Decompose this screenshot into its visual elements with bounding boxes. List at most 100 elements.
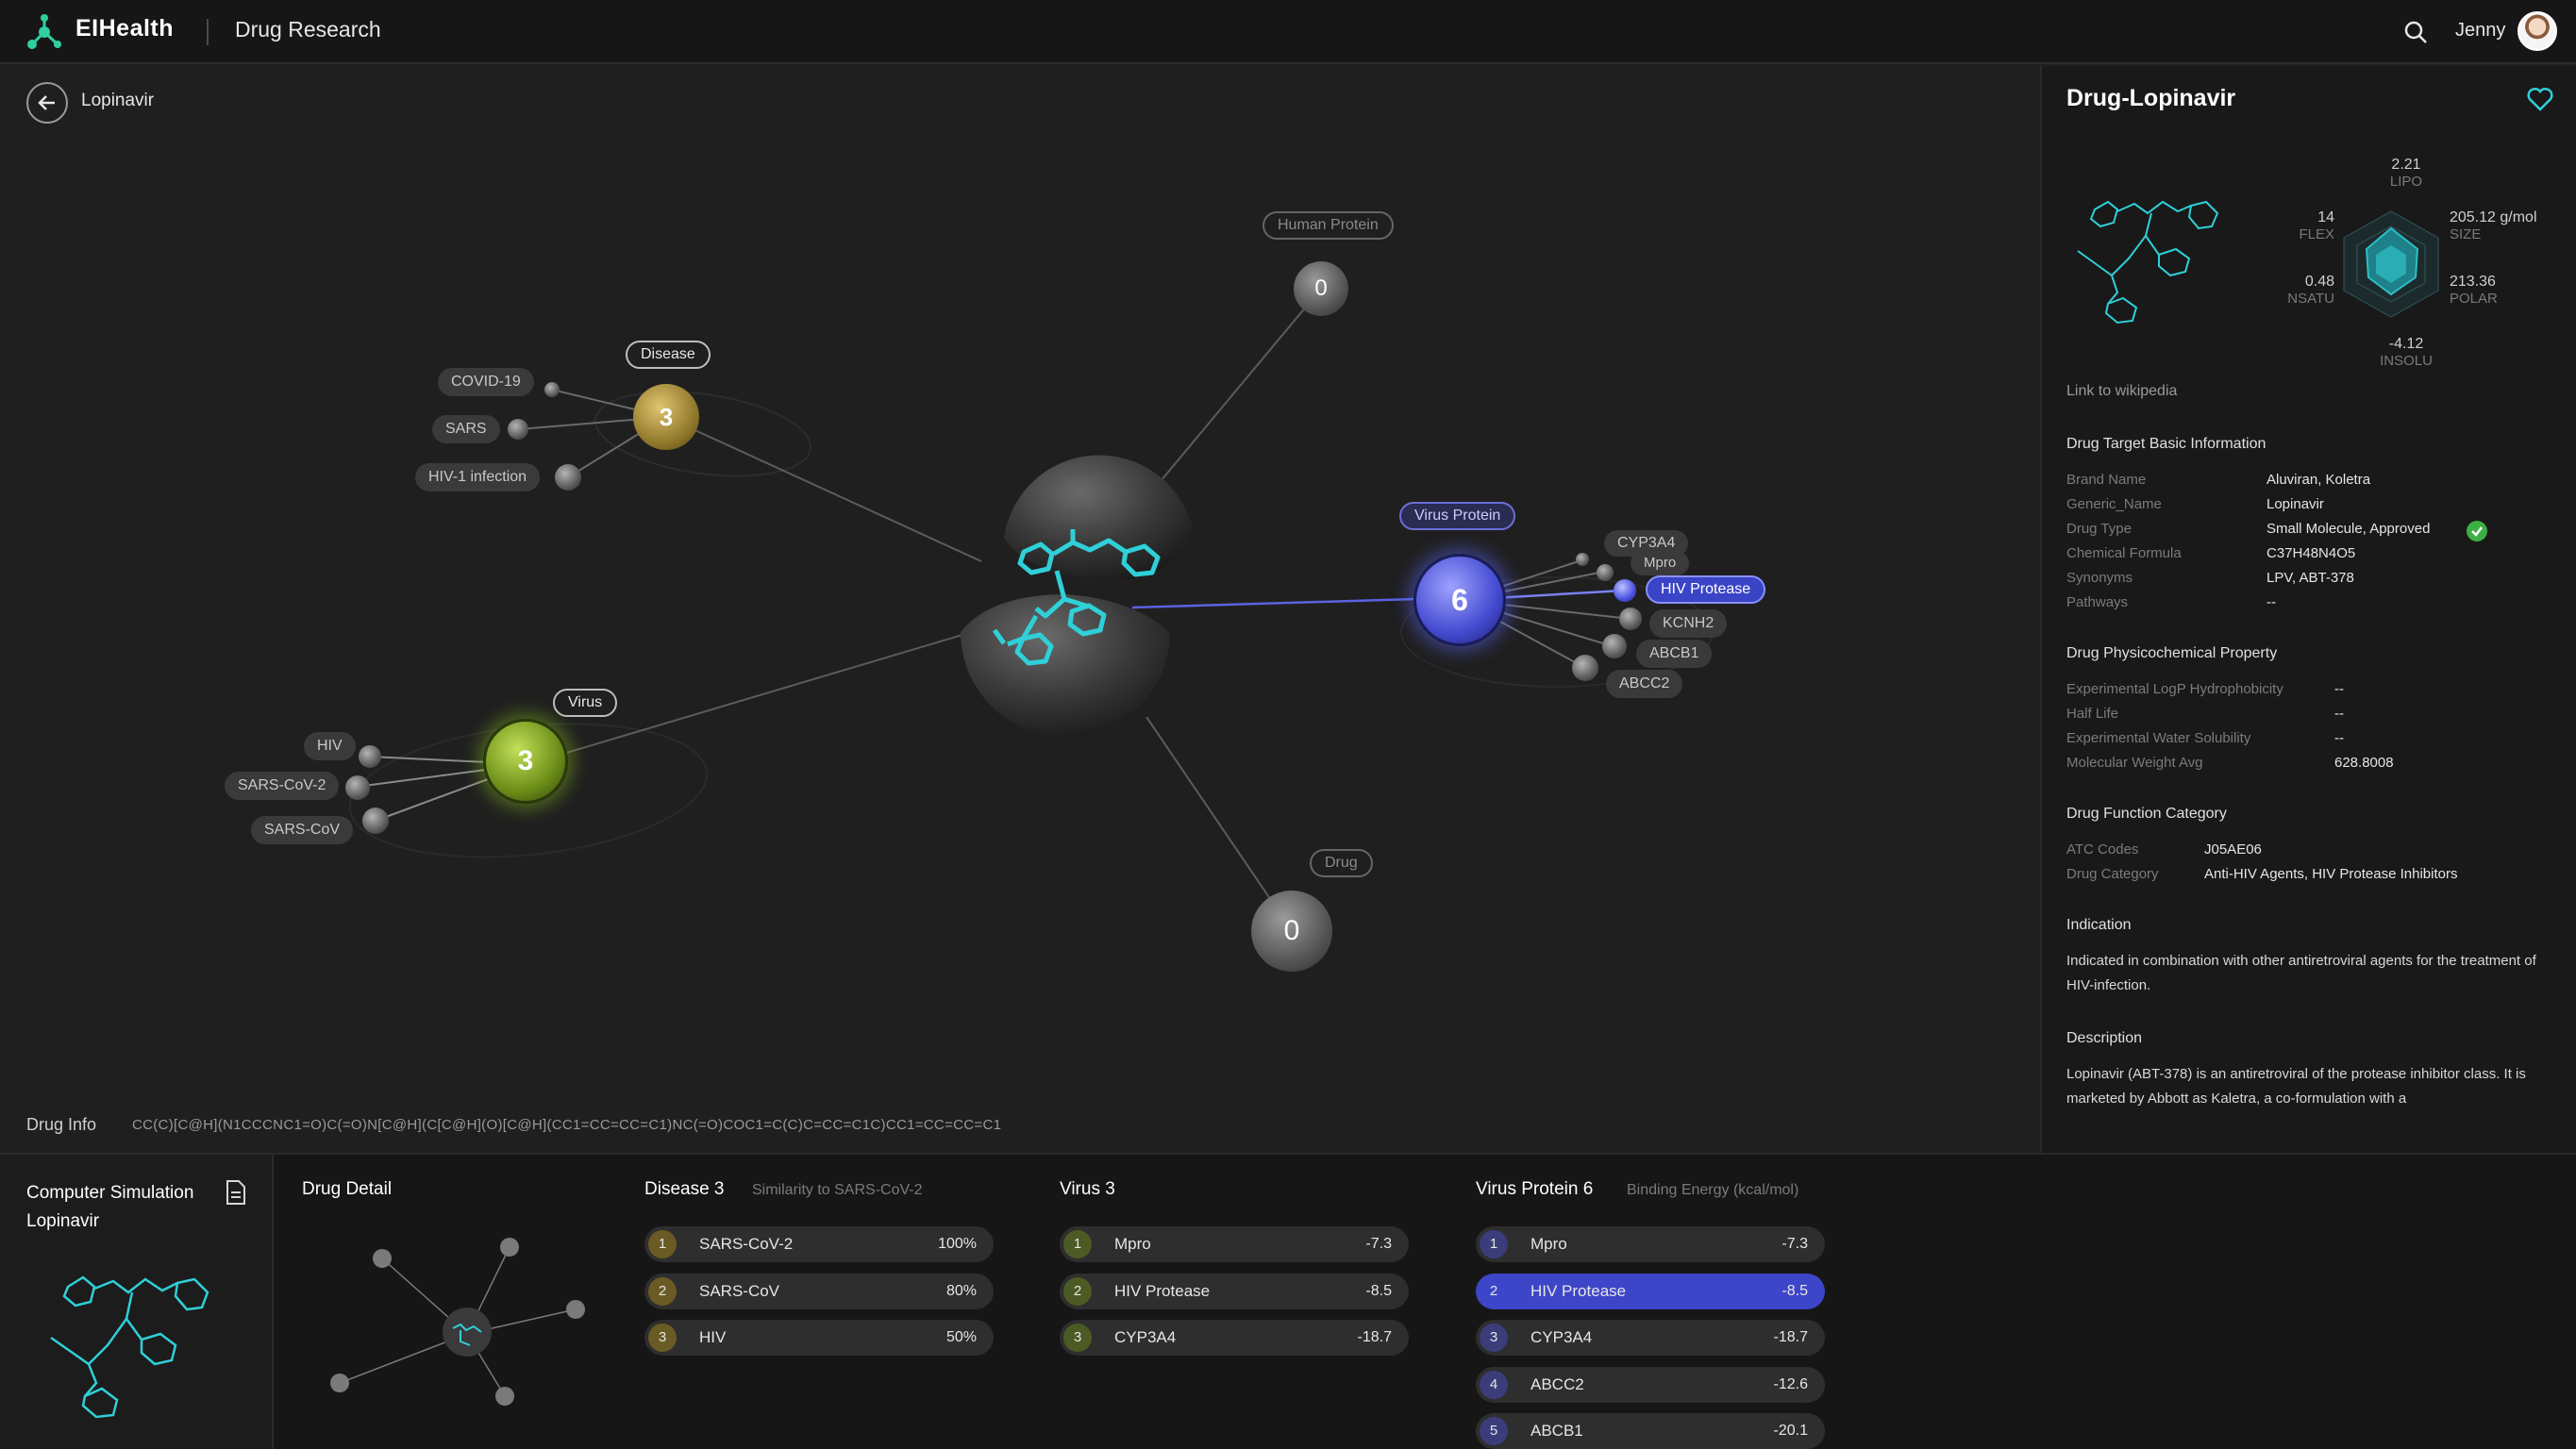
vprotein-row[interactable]: 5 ABCB1 -20.1 bbox=[1476, 1413, 1825, 1449]
virus-row[interactable]: 3 CYP3A4 -18.7 bbox=[1060, 1320, 1409, 1356]
vprotein-label-hiv-protease[interactable]: HIV Protease bbox=[1646, 575, 1766, 604]
vprotein-row[interactable]: 3 CYP3A4 -18.7 bbox=[1476, 1320, 1825, 1356]
virus-label-sarscov2[interactable]: SARS-CoV-2 bbox=[225, 772, 340, 800]
vprotein-dot-hiv-protease[interactable] bbox=[1614, 579, 1636, 602]
indication-heading: Indication bbox=[2066, 917, 2132, 933]
virus-node[interactable]: 3 bbox=[483, 719, 568, 804]
avatar[interactable] bbox=[2517, 11, 2557, 51]
virus-label-hiv[interactable]: HIV bbox=[304, 732, 356, 760]
top-bar: EIHealth Drug Research Jenny bbox=[0, 0, 2576, 64]
basic-info-heading: Drug Target Basic Information bbox=[2066, 436, 2267, 452]
description-heading: Description bbox=[2066, 1030, 2143, 1046]
vprotein-label-abcb1[interactable]: ABCB1 bbox=[1636, 640, 1713, 668]
drug-node[interactable]: 0 bbox=[1251, 891, 1332, 972]
virus-row[interactable]: 2 HIV Protease -8.5 bbox=[1060, 1274, 1409, 1309]
disease-label-covid[interactable]: COVID-19 bbox=[438, 368, 534, 396]
virus-protein-tag[interactable]: Virus Protein bbox=[1399, 502, 1516, 530]
bottom-summary: Computer Simulation Lopinavir Drug Detai… bbox=[0, 1153, 2576, 1449]
vprotein-dot-abcc2[interactable] bbox=[1572, 655, 1598, 681]
approved-check-icon bbox=[2467, 521, 2487, 541]
indication-text: Indicated in combination with other anti… bbox=[2066, 953, 2536, 993]
vprotein-dot-cyp3a4[interactable] bbox=[1576, 553, 1589, 566]
disease-row[interactable]: 3 HIV 50% bbox=[644, 1320, 994, 1356]
vprotein-row[interactable]: 1 Mpro -7.3 bbox=[1476, 1226, 1825, 1262]
disease-node[interactable]: 3 bbox=[633, 384, 699, 450]
virus-row[interactable]: 1 Mpro -7.3 bbox=[1060, 1226, 1409, 1262]
drug-detail-title: Drug Detail bbox=[302, 1179, 393, 1199]
basic-key: Generic_Name bbox=[2066, 496, 2162, 512]
phys-value: -- bbox=[2334, 681, 2344, 697]
phys-value: 628.8008 bbox=[2334, 755, 2394, 771]
eihealth-logo-icon[interactable] bbox=[25, 13, 64, 51]
disease-dot-covid[interactable] bbox=[544, 382, 560, 397]
header-divider bbox=[207, 19, 209, 45]
basic-value: LPV, ABT-378 bbox=[2267, 570, 2354, 586]
basic-key: Synonyms bbox=[2066, 570, 2133, 586]
vprotein-label-kcnh2[interactable]: KCNH2 bbox=[1649, 609, 1728, 638]
basic-value: Lopinavir bbox=[2267, 496, 2324, 512]
property-radar-chart bbox=[2343, 210, 2439, 318]
document-icon[interactable] bbox=[225, 1179, 247, 1206]
description-text: Lopinavir (ABT-378) is an antiretroviral… bbox=[2066, 1066, 2526, 1107]
virus-label-sarscov[interactable]: SARS-CoV bbox=[251, 816, 354, 844]
disease-row[interactable]: 2 SARS-CoV 80% bbox=[644, 1274, 994, 1309]
human-protein-tag[interactable]: Human Protein bbox=[1263, 211, 1394, 240]
basic-value: -- bbox=[2267, 594, 2276, 610]
brand-name[interactable]: EIHealth bbox=[75, 15, 174, 42]
virus-protein-node[interactable]: 6 bbox=[1413, 554, 1506, 646]
wikipedia-link[interactable]: Link to wikipedia bbox=[2066, 383, 2177, 400]
relationship-graph: Lopinavir Disease 3 COVID-19 SARS HIV-1 … bbox=[0, 66, 2040, 1153]
vprotein-label-abcc2[interactable]: ABCC2 bbox=[1606, 670, 1683, 698]
vprotein-dot-abcb1[interactable] bbox=[1602, 634, 1627, 658]
search-icon[interactable] bbox=[2402, 19, 2429, 45]
molecule-structure-image bbox=[2077, 200, 2219, 325]
function-heading: Drug Function Category bbox=[2066, 806, 2227, 822]
smiles-string: CC(C)[C@H](N1CCCNC1=O)C(=O)N[C@H](C[C@H]… bbox=[132, 1117, 1002, 1133]
vprotein-column-subtitle: Binding Energy (kcal/mol) bbox=[1627, 1182, 1799, 1198]
molecule-structure-image bbox=[50, 1275, 209, 1419]
vprotein-row-selected[interactable]: 2 HIV Protease -8.5 bbox=[1476, 1274, 1825, 1309]
disease-tag[interactable]: Disease bbox=[626, 341, 711, 369]
disease-dot-sars[interactable] bbox=[508, 419, 528, 440]
human-protein-node[interactable]: 0 bbox=[1294, 261, 1348, 316]
basic-value: Aluviran, Koletra bbox=[2267, 472, 2371, 488]
vprotein-dot-mpro[interactable] bbox=[1597, 564, 1614, 581]
drug-tag[interactable]: Drug bbox=[1310, 849, 1373, 877]
basic-key: Brand Name bbox=[2066, 472, 2147, 488]
virus-dot-hiv[interactable] bbox=[359, 745, 381, 768]
vprotein-column-title: Virus Protein 6 bbox=[1476, 1179, 1594, 1199]
vprotein-dot-kcnh2[interactable] bbox=[1619, 608, 1642, 630]
basic-key: Chemical Formula bbox=[2066, 545, 2182, 561]
virus-dot-sarscov2[interactable] bbox=[345, 775, 370, 800]
vprotein-list[interactable]: 1 Mpro -7.3 2 HIV Protease -8.5 3 CYP3A4 -18.7… bbox=[1476, 1221, 1834, 1449]
basic-value: C37H48N4O5 bbox=[2267, 545, 2356, 561]
phys-key: Molecular Weight Avg bbox=[2066, 755, 2203, 771]
drug-detail-mini-graph[interactable] bbox=[311, 1230, 594, 1419]
disease-dot-hiv1[interactable] bbox=[555, 464, 581, 491]
radar-nsatu: 0.48 NSATU bbox=[2287, 274, 2334, 307]
panel-title: Drug-Lopinavir bbox=[2066, 85, 2236, 111]
virus-dot-sarscov[interactable] bbox=[362, 808, 389, 834]
vprotein-row[interactable]: 4 ABCC2 -12.6 bbox=[1476, 1367, 1825, 1403]
function-value: Anti-HIV Agents, HIV Protease Inhibitors bbox=[2204, 866, 2458, 882]
disease-label-sars[interactable]: SARS bbox=[432, 415, 500, 443]
drug-info-label: Drug Info bbox=[26, 1115, 97, 1134]
phys-key: Experimental Water Solubility bbox=[2066, 730, 2251, 746]
user-name[interactable]: Jenny bbox=[2455, 20, 2505, 42]
phys-value: -- bbox=[2334, 730, 2344, 746]
simulation-title: Computer Simulation Lopinavir bbox=[26, 1183, 194, 1231]
drug-sphere[interactable] bbox=[961, 455, 1193, 737]
basic-key: Drug Type bbox=[2066, 521, 2132, 537]
computer-simulation-card[interactable]: Computer Simulation Lopinavir bbox=[0, 1155, 274, 1449]
heart-icon[interactable] bbox=[2527, 87, 2553, 111]
virus-tag[interactable]: Virus bbox=[553, 689, 618, 717]
phys-key: Experimental LogP Hydrophobicity bbox=[2066, 681, 2283, 697]
disease-row[interactable]: 1 SARS-CoV-2 100% bbox=[644, 1226, 994, 1262]
function-key: ATC Codes bbox=[2066, 841, 2139, 858]
section-title: Drug Research bbox=[235, 17, 381, 42]
disease-label-hiv1[interactable]: HIV-1 infection bbox=[415, 463, 541, 491]
disease-column-subtitle: Similarity to SARS-CoV-2 bbox=[752, 1182, 923, 1198]
vprotein-label-mpro[interactable]: Mpro bbox=[1631, 551, 1690, 575]
radar-lipo: 2.21 LIPO bbox=[2389, 157, 2423, 190]
basic-value: Small Molecule, Approved bbox=[2267, 521, 2431, 537]
